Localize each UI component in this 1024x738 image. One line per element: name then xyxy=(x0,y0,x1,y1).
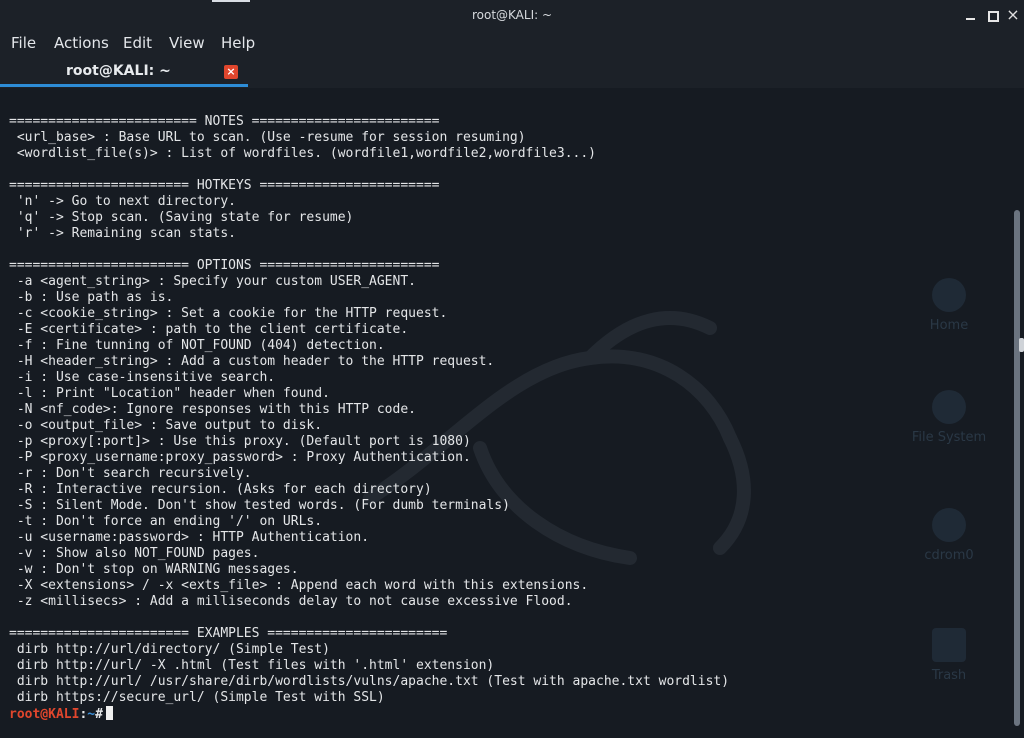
maximize-button[interactable] xyxy=(986,8,1000,22)
tab-root-kali[interactable]: root@KALI: ~ × xyxy=(0,58,248,88)
output-line: -l : Print "Location" header when found. xyxy=(9,386,330,401)
window-title: root@KALI: ~ xyxy=(471,8,553,22)
output-line: -t : Don't force an ending '/' on URLs. xyxy=(9,514,323,529)
prompt-user: root@KALI xyxy=(9,707,80,722)
menu-edit[interactable]: Edit xyxy=(123,34,152,52)
output-line: 'r' -> Remaining scan stats. xyxy=(9,226,236,241)
desktop-icon-trash: Trash xyxy=(904,628,994,683)
terminal-text: ======================== NOTES =========… xyxy=(9,114,729,722)
tab-label: root@KALI: ~ xyxy=(66,63,171,79)
output-line: -P <proxy_username:proxy_password> : Pro… xyxy=(9,450,471,465)
output-line: -X <extensions> / -x <exts_file> : Appen… xyxy=(9,578,589,593)
output-line: -v : Show also NOT_FOUND pages. xyxy=(9,546,260,561)
desktop-icon-cdrom: cdrom0 xyxy=(904,508,994,563)
output-line: dirb http://url/ /usr/share/dirb/wordlis… xyxy=(9,674,730,689)
tab-active-indicator xyxy=(0,84,248,87)
trash-icon xyxy=(932,628,966,662)
output-line: -N <nf_code>: Ignore responses with this… xyxy=(9,402,416,417)
menu-actions[interactable]: Actions xyxy=(54,34,109,52)
menu-file[interactable]: File xyxy=(11,34,36,52)
output-line: -E <certificate> : path to the client ce… xyxy=(9,322,409,337)
prompt-symbol: # xyxy=(95,707,103,722)
output-line: -i : Use case-insensitive search. xyxy=(9,370,276,385)
title-accent xyxy=(212,0,250,2)
output-lines: ======================== NOTES =========… xyxy=(9,114,729,706)
prompt-path: ~ xyxy=(87,707,96,722)
tab-close-icon[interactable]: × xyxy=(224,65,238,79)
menu-bar: File Actions Edit View Help xyxy=(0,30,1024,58)
desktop-icon-label: cdrom0 xyxy=(924,548,974,563)
vertical-scrollbar[interactable] xyxy=(1012,88,1024,738)
output-line: -H <header_string> : Add a custom header… xyxy=(9,354,495,369)
output-line: -c <cookie_string> : Set a cookie for th… xyxy=(9,306,448,321)
output-line: -w : Don't stop on WARNING messages. xyxy=(9,562,299,577)
output-line: <wordlist_file(s)> : List of wordfiles. … xyxy=(9,146,596,161)
desktop-icon-filesystem: File System xyxy=(904,390,994,445)
output-line: -R : Interactive recursion. (Asks for ea… xyxy=(9,482,432,497)
menu-help[interactable]: Help xyxy=(221,34,255,52)
output-line: ======================= OPTIONS ========… xyxy=(9,258,440,273)
close-icon: × xyxy=(1006,5,1020,24)
output-line: -u <username:password> : HTTP Authentica… xyxy=(9,530,370,545)
output-line: -f : Fine tunning of NOT_FOUND (404) det… xyxy=(9,338,385,353)
disc-icon xyxy=(932,508,966,542)
menu-view[interactable]: View xyxy=(169,34,205,52)
output-line: -z <millisecs> : Add a milliseconds dela… xyxy=(9,594,573,609)
shell-prompt[interactable]: root@KALI:~# xyxy=(9,706,729,722)
maximize-icon xyxy=(988,11,999,22)
drive-icon xyxy=(932,390,966,424)
desktop-icon-home: Home xyxy=(904,278,994,333)
minimize-button[interactable] xyxy=(964,8,978,22)
output-line: -a <agent_string> : Specify your custom … xyxy=(9,274,416,289)
home-icon xyxy=(932,278,966,312)
output-line: -o <output_file> : Save output to disk. xyxy=(9,418,323,433)
resize-handle[interactable] xyxy=(1019,338,1024,352)
output-line: 'q' -> Stop scan. (Saving state for resu… xyxy=(9,210,354,225)
output-line: ======================== NOTES =========… xyxy=(9,114,440,129)
output-line: dirb http://url/directory/ (Simple Test) xyxy=(9,642,330,657)
minimize-icon xyxy=(966,18,975,20)
output-line: dirb http://url/ -X .html (Test files wi… xyxy=(9,658,495,673)
terminal-window: root@KALI: ~ × File Actions Edit View He… xyxy=(0,0,1024,738)
desktop-icon-label: Home xyxy=(929,318,969,333)
tab-bar: root@KALI: ~ × xyxy=(0,58,1024,88)
desktop-icon-label: Trash xyxy=(931,668,967,683)
output-line: -r : Don't search recursively. xyxy=(9,466,252,481)
output-line: ======================= HOTKEYS ========… xyxy=(9,178,440,193)
output-line: dirb https://secure_url/ (Simple Test wi… xyxy=(9,690,385,705)
close-button[interactable]: × xyxy=(1006,5,1020,24)
title-bar[interactable]: root@KALI: ~ × xyxy=(0,0,1024,30)
output-line: -S : Silent Mode. Don't show tested word… xyxy=(9,498,510,513)
scrollbar-thumb[interactable] xyxy=(1014,210,1020,726)
output-line: ======================= EXAMPLES =======… xyxy=(9,626,448,641)
terminal-output[interactable]: Home File System cdrom0 Trash ==========… xyxy=(0,88,1012,738)
desktop-icon-label: File System xyxy=(911,430,987,445)
output-line: 'n' -> Go to next directory. xyxy=(9,194,236,209)
text-cursor xyxy=(105,706,113,720)
output-line: -b : Use path as is. xyxy=(9,290,174,305)
output-line: <url_base> : Base URL to scan. (Use -res… xyxy=(9,130,526,145)
output-line: -p <proxy[:port]> : Use this proxy. (Def… xyxy=(9,434,471,449)
